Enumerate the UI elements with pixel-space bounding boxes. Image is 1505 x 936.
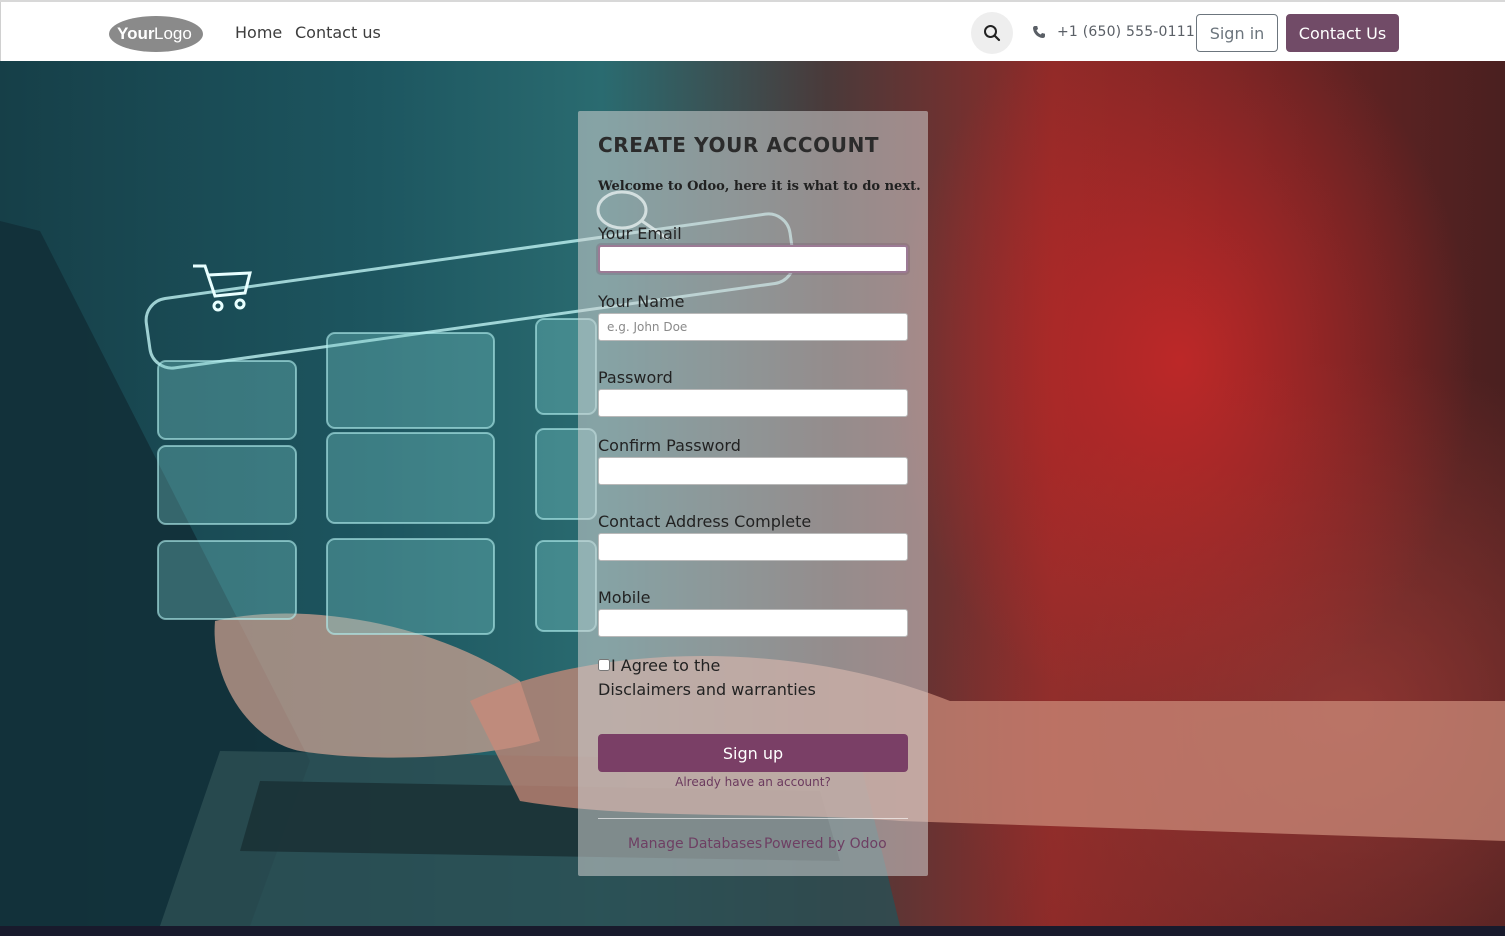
address-field[interactable] bbox=[598, 533, 908, 561]
contact-us-button[interactable]: Contact Us bbox=[1286, 14, 1399, 52]
svg-text:Logo: Logo bbox=[154, 24, 192, 43]
already-have-account-link[interactable]: Already have an account? bbox=[578, 775, 928, 789]
footer-divider bbox=[598, 818, 908, 819]
name-field[interactable] bbox=[598, 313, 908, 341]
bottom-bar bbox=[0, 926, 1505, 936]
form-title: CREATE YOUR ACCOUNT bbox=[598, 133, 880, 157]
nav-home[interactable]: Home bbox=[235, 23, 282, 42]
sign-up-button[interactable]: Sign up bbox=[598, 734, 908, 772]
hero-background: CREATE YOUR ACCOUNT Welcome to Odoo, her… bbox=[0, 61, 1505, 926]
powered-by-odoo-link[interactable]: Powered by Odoo bbox=[764, 836, 887, 852]
mobile-label: Mobile bbox=[598, 588, 651, 607]
confirm-password-label: Confirm Password bbox=[598, 436, 741, 455]
site-logo[interactable]: Your Logo bbox=[108, 15, 204, 53]
agree-label: I Agree to the bbox=[611, 656, 721, 675]
email-field[interactable] bbox=[598, 245, 908, 273]
search-icon bbox=[984, 25, 1001, 42]
email-label: Your Email bbox=[598, 224, 682, 243]
agree-checkbox[interactable] bbox=[598, 659, 610, 671]
search-button[interactable] bbox=[971, 12, 1013, 54]
nav-contact-us[interactable]: Contact us bbox=[295, 23, 381, 42]
phone-number[interactable]: +1 (650) 555-0111 bbox=[1057, 24, 1195, 40]
disclaimers-link[interactable]: Disclaimers and warranties bbox=[598, 680, 816, 699]
mobile-field[interactable] bbox=[598, 609, 908, 637]
signup-card: CREATE YOUR ACCOUNT Welcome to Odoo, her… bbox=[578, 111, 928, 876]
site-header: Your Logo Home Contact us +1 (650) 555-0… bbox=[0, 2, 1505, 61]
address-label: Contact Address Complete bbox=[598, 512, 812, 531]
manage-databases-link[interactable]: Manage Databases bbox=[628, 836, 762, 852]
phone-icon bbox=[1033, 26, 1045, 38]
password-label: Password bbox=[598, 368, 673, 387]
sign-in-button[interactable]: Sign in bbox=[1196, 14, 1278, 52]
confirm-password-field[interactable] bbox=[598, 457, 908, 485]
welcome-text: Welcome to Odoo, here it is what to do n… bbox=[598, 179, 921, 194]
svg-text:Your: Your bbox=[117, 24, 155, 43]
name-label: Your Name bbox=[598, 292, 685, 311]
password-field[interactable] bbox=[598, 389, 908, 417]
